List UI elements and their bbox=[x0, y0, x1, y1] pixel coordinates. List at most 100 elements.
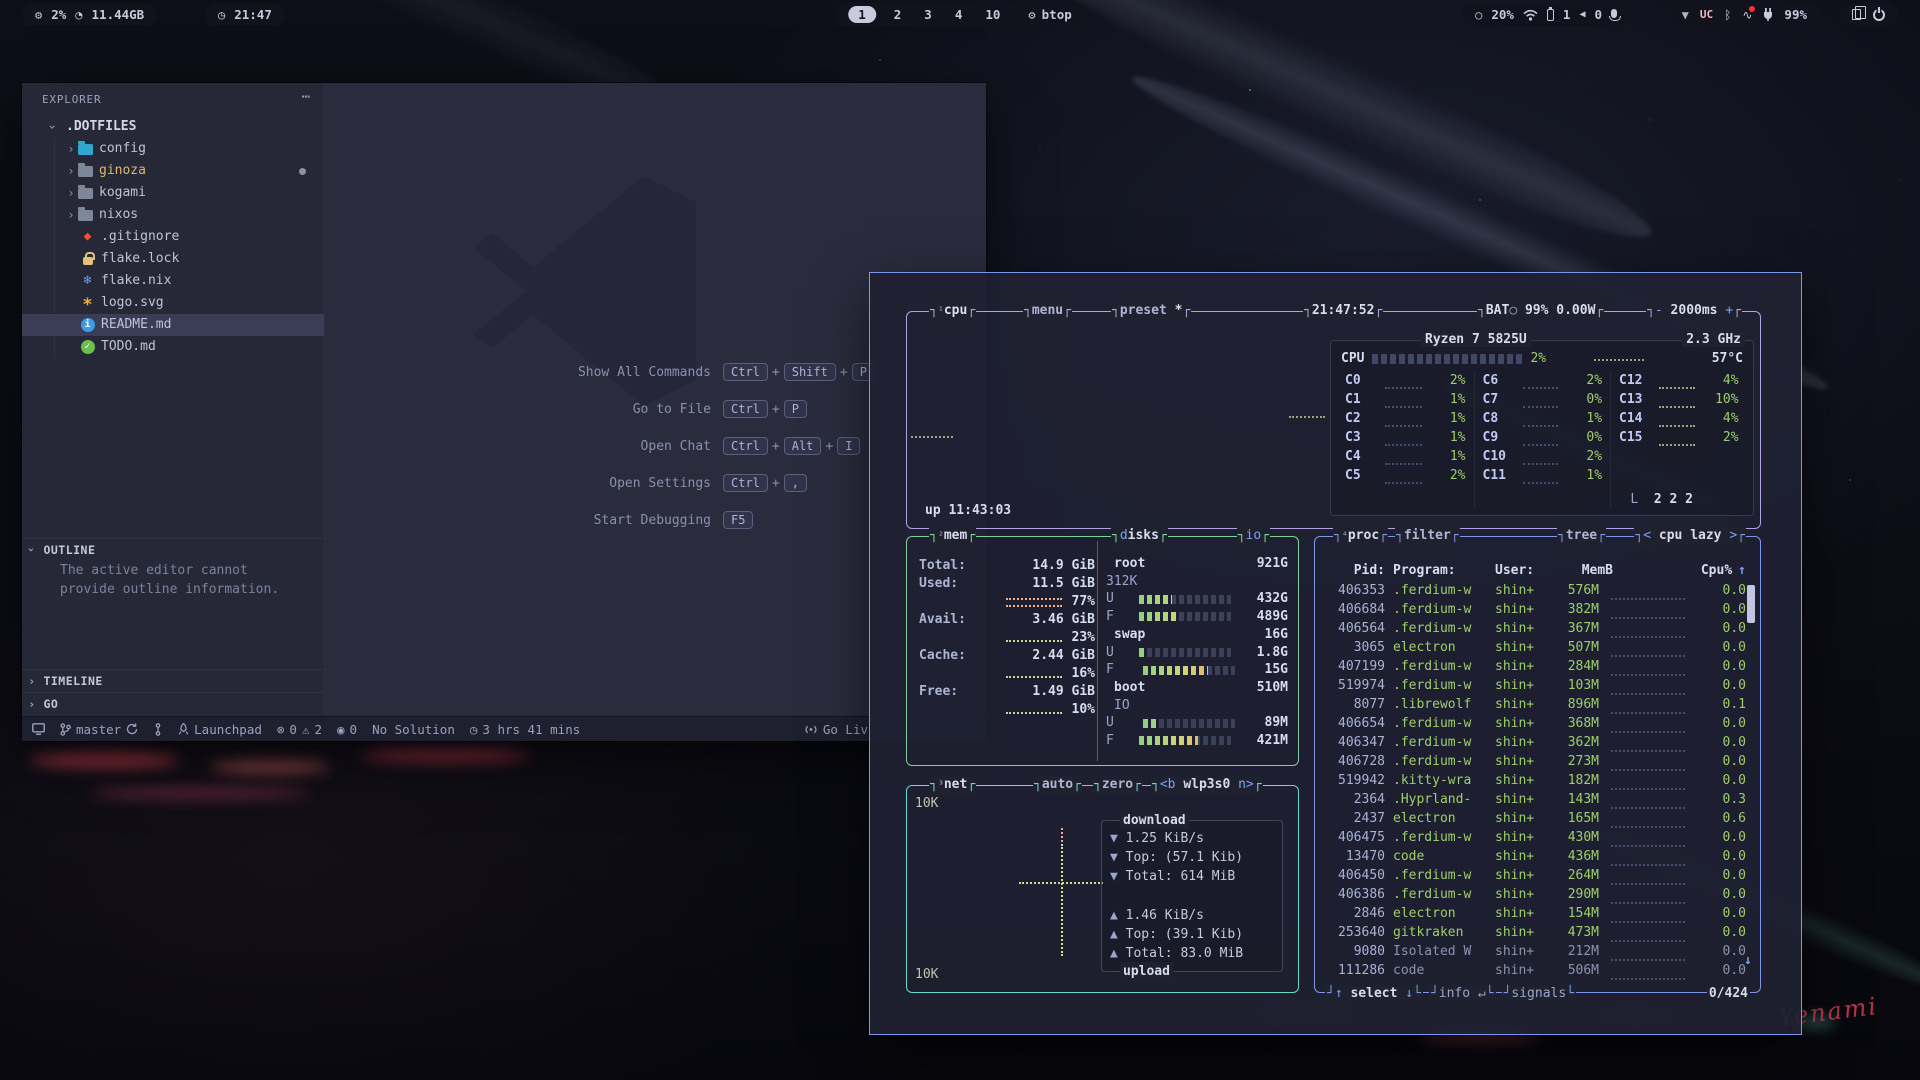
net-auto-button[interactable]: auto bbox=[1033, 776, 1082, 794]
info-control[interactable]: info ↵ bbox=[1429, 986, 1496, 1001]
cpu-frequency: 2.3 GHz bbox=[1682, 332, 1745, 347]
remote-indicator[interactable] bbox=[32, 723, 45, 735]
clipboard-icon[interactable] bbox=[1852, 9, 1861, 20]
process-row[interactable]: 8077 .librewolf shin+ 896M 0.1 bbox=[1323, 695, 1746, 714]
tree-file-flake-lock[interactable]: flake.lock bbox=[22, 248, 324, 270]
tree-folder-config[interactable]: › config bbox=[22, 138, 324, 160]
tree-folder-kogami[interactable]: › kogami bbox=[22, 182, 324, 204]
cpu-temperature: 57°C bbox=[1712, 351, 1743, 366]
root-used-bar bbox=[1139, 595, 1231, 604]
process-row[interactable]: 3065 electron shin+ 507M 0.0 bbox=[1323, 638, 1746, 657]
mem-box-title[interactable]: ²mem bbox=[929, 527, 976, 546]
process-row[interactable]: 9080 Isolated W shin+ 212M 0.0 bbox=[1323, 942, 1746, 961]
scrollbar-thumb[interactable] bbox=[1747, 585, 1755, 623]
net-zero-button[interactable]: zero bbox=[1093, 776, 1142, 794]
device-battery-count: 1 bbox=[1563, 7, 1571, 22]
problems-item[interactable]: ⊗ 0 ⚠ 2 bbox=[277, 722, 322, 737]
go-live-item[interactable]: Go Liv bbox=[804, 722, 868, 737]
tree-folder-nixos[interactable]: › nixos bbox=[22, 204, 324, 226]
power-icon[interactable] bbox=[1873, 9, 1885, 21]
cpu-box-title[interactable]: ¹cpu bbox=[929, 302, 976, 321]
process-row[interactable]: 406564 .ferdium-w shin+ 367M 0.0 bbox=[1323, 619, 1746, 638]
workspace-button[interactable]: 10 bbox=[980, 7, 1005, 22]
notification-tray-icon[interactable]: ∿ bbox=[1742, 8, 1752, 22]
git-branch-item[interactable]: master bbox=[60, 722, 138, 737]
git-icon: ◆ bbox=[80, 226, 95, 248]
process-row[interactable]: 406386 .ferdium-w shin+ 290M 0.0 bbox=[1323, 885, 1746, 904]
core-row: C02% bbox=[1345, 371, 1466, 390]
rocket-icon bbox=[178, 723, 189, 736]
cpu-usage-meter bbox=[1611, 953, 1685, 961]
workspace-list: 1 2 3 4 10 bbox=[848, 6, 1005, 23]
launchpad-item[interactable]: Launchpad bbox=[178, 722, 262, 737]
process-row[interactable]: 406654 .ferdium-w shin+ 368M 0.0 bbox=[1323, 714, 1746, 733]
proc-box-title[interactable]: ⁴proc bbox=[1333, 527, 1388, 546]
tree-file-todo[interactable]: ✓ TODO.md bbox=[22, 336, 324, 358]
outline-section-header[interactable]: › OUTLINE bbox=[22, 538, 324, 560]
process-list: 406353 .ferdium-w shin+ 576M 0.0 406684 … bbox=[1323, 581, 1746, 980]
sort-direction-icon: ↑ bbox=[1738, 563, 1746, 578]
cpu-usage: 2% bbox=[51, 7, 66, 22]
network-tray-icon[interactable]: ▼ bbox=[1682, 8, 1689, 22]
time-tracker-item[interactable]: ◷ 3 hrs 41 mins bbox=[470, 722, 580, 737]
process-table-header[interactable]: Pid: Program: User: MemB Cpu% ↑ bbox=[1323, 563, 1746, 578]
go-section-header[interactable]: › GO bbox=[22, 692, 324, 714]
sort-selector[interactable]: < cpu lazy > bbox=[1634, 527, 1746, 545]
menu-button[interactable]: menu bbox=[1023, 302, 1072, 320]
process-row[interactable]: 406475 .ferdium-w shin+ 430M 0.0 bbox=[1323, 828, 1746, 847]
city-lights bbox=[30, 752, 180, 768]
process-row[interactable]: 407199 .ferdium-w shin+ 284M 0.0 bbox=[1323, 657, 1746, 676]
ports-item[interactable]: ◉ 0 bbox=[337, 722, 357, 737]
process-row[interactable]: 406347 .ferdium-w shin+ 362M 0.0 bbox=[1323, 733, 1746, 752]
workspace-button[interactable]: 3 bbox=[919, 7, 937, 22]
process-row[interactable]: 406684 .ferdium-w shin+ 382M 0.0 bbox=[1323, 600, 1746, 619]
tree-file-flake-nix[interactable]: ❄ flake.nix bbox=[22, 270, 324, 292]
preset-button[interactable]: preset * bbox=[1111, 302, 1191, 320]
filter-button[interactable]: filter bbox=[1395, 527, 1460, 545]
mem-stats: Total:14.9 GiB Used:11.5 GiB 77% Avail:3… bbox=[919, 557, 1095, 719]
process-row[interactable]: 406450 .ferdium-w shin+ 264M 0.0 bbox=[1323, 866, 1746, 885]
more-actions-icon[interactable]: ⋯ bbox=[302, 89, 310, 105]
core-row: C81% bbox=[1483, 409, 1603, 428]
process-row[interactable]: 2437 electron shin+ 165M 0.6 bbox=[1323, 809, 1746, 828]
signals-control[interactable]: signals bbox=[1502, 986, 1576, 1001]
cpu-usage-meter bbox=[1611, 668, 1685, 676]
tree-button[interactable]: tree bbox=[1557, 527, 1606, 545]
bluetooth-icon[interactable]: ᛒ bbox=[1724, 8, 1731, 22]
workspace-button[interactable]: 1 bbox=[848, 6, 876, 23]
process-row[interactable]: 253640 gitkraken shin+ 473M 0.0 bbox=[1323, 923, 1746, 942]
tree-folder-ginoza[interactable]: › ginoza bbox=[22, 160, 324, 182]
process-row[interactable]: 519974 .ferdium-w shin+ 103M 0.0 bbox=[1323, 676, 1746, 695]
volume-level[interactable]: 0 bbox=[1594, 7, 1602, 22]
workspace-button[interactable]: 2 bbox=[889, 7, 907, 22]
process-row[interactable]: 519942 .kitty-wra shin+ 182M 0.0 bbox=[1323, 771, 1746, 790]
process-row[interactable]: 2846 electron shin+ 154M 0.0 bbox=[1323, 904, 1746, 923]
net-interface-selector[interactable]: <b wlp3s0 n> bbox=[1151, 776, 1263, 794]
lock-icon bbox=[83, 257, 93, 265]
process-row[interactable]: 406353 .ferdium-w shin+ 576M 0.0 bbox=[1323, 581, 1746, 600]
process-row[interactable]: 111286 code shin+ 506M 0.0 bbox=[1323, 961, 1746, 980]
solution-item[interactable]: No Solution bbox=[372, 722, 455, 737]
process-row[interactable]: 13470 code shin+ 436M 0.0 bbox=[1323, 847, 1746, 866]
scroll-down-icon[interactable]: ↓ bbox=[1744, 953, 1752, 968]
uc-tray-icon[interactable]: UC bbox=[1700, 8, 1713, 21]
process-row[interactable]: 406728 .ferdium-w shin+ 273M 0.0 bbox=[1323, 752, 1746, 771]
tree-file-logo-svg[interactable]: * logo.svg bbox=[22, 292, 324, 314]
tree-file-readme[interactable]: i README.md bbox=[22, 314, 324, 336]
microphone-icon[interactable] bbox=[1611, 9, 1617, 18]
cpu-total-percent: 2% bbox=[1530, 351, 1546, 366]
timeline-section-header[interactable]: › TIMELINE bbox=[22, 669, 324, 691]
process-row[interactable]: 2364 .Hyprland- shin+ 143M 0.3 bbox=[1323, 790, 1746, 809]
tree-file-gitignore[interactable]: ◆ .gitignore bbox=[22, 226, 324, 248]
git-graph-item[interactable] bbox=[153, 723, 163, 736]
tree-root-dotfiles[interactable]: › .DOTFILES bbox=[22, 116, 324, 138]
update-interval-control[interactable]: - 2000ms + bbox=[1646, 302, 1742, 320]
workspace-button[interactable]: 4 bbox=[950, 7, 968, 22]
active-window-title: btop bbox=[1042, 7, 1072, 22]
broadcast-icon bbox=[804, 724, 818, 735]
select-control[interactable]: ↑ select ↓ bbox=[1325, 986, 1423, 1001]
net-graph-vline bbox=[1061, 844, 1065, 956]
core-row: C1310% bbox=[1619, 390, 1739, 409]
net-box-title[interactable]: ³net bbox=[929, 776, 976, 795]
system-stats-pill: ⚙ 2% ◔ 11.44GB bbox=[22, 3, 157, 26]
